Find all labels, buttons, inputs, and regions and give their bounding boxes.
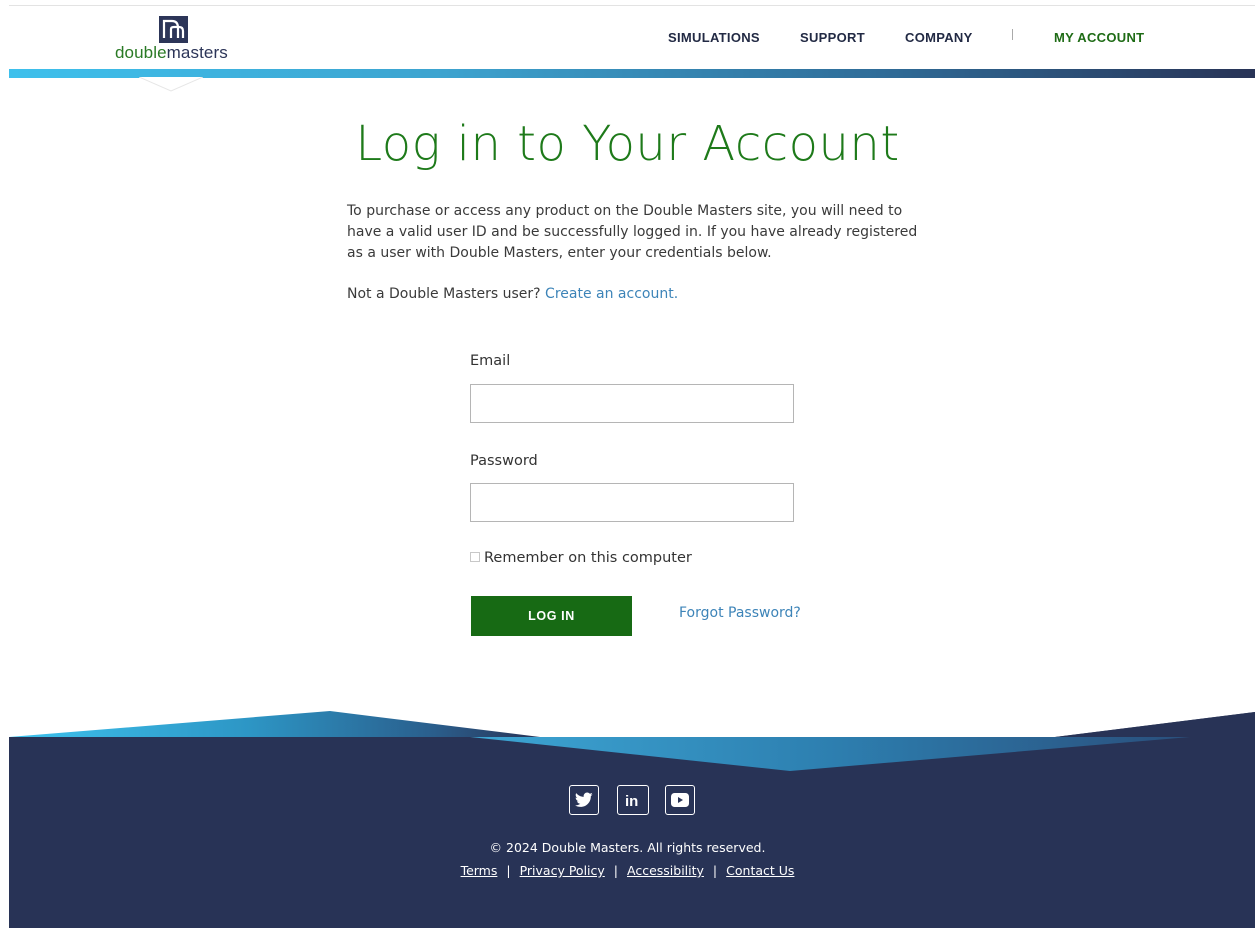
remember-label[interactable]: Remember on this computer: [484, 550, 692, 566]
youtube-icon: [671, 793, 689, 807]
copyright-text: © 2024 Double Masters. All rights reserv…: [489, 840, 766, 855]
linkedin-icon: in: [625, 793, 638, 808]
nav-company[interactable]: COMPANY: [905, 30, 973, 50]
twitter-link[interactable]: [569, 785, 599, 815]
signup-prompt-text: Not a Double Masters user?: [347, 286, 541, 302]
login-button[interactable]: LOG IN: [471, 596, 632, 636]
twitter-icon: [575, 792, 593, 807]
logo-wordmark: doublemasters: [115, 43, 228, 63]
terms-link[interactable]: Terms: [461, 863, 498, 878]
privacy-policy-link[interactable]: Privacy Policy: [520, 863, 605, 878]
remember-checkbox[interactable]: [470, 552, 480, 562]
linkedin-link[interactable]: in: [617, 785, 649, 815]
accessibility-link[interactable]: Accessibility: [627, 863, 704, 878]
page-title: Log in to Your Account: [355, 116, 900, 172]
email-label: Email: [470, 353, 511, 369]
create-account-link[interactable]: Create an account.: [545, 286, 678, 302]
youtube-link[interactable]: [665, 785, 695, 815]
password-input[interactable]: [470, 483, 794, 522]
svg-text:in: in: [625, 793, 638, 808]
nav-separator: [1012, 29, 1013, 40]
logo-word-masters: masters: [166, 43, 228, 62]
site-logo[interactable]: doublemasters: [115, 16, 235, 62]
remember-row: Remember on this computer: [470, 550, 692, 566]
top-divider: [9, 5, 1255, 6]
footer-link-separator: |: [613, 863, 618, 878]
logo-mark-icon: [159, 16, 188, 43]
contact-us-link[interactable]: Contact Us: [726, 863, 794, 878]
nav-support[interactable]: SUPPORT: [800, 30, 865, 50]
header-notch: [139, 77, 203, 92]
footer-link-separator: |: [712, 863, 718, 878]
forgot-password-link[interactable]: Forgot Password?: [679, 605, 801, 621]
password-label: Password: [470, 453, 538, 469]
nav-my-account[interactable]: MY ACCOUNT: [1054, 30, 1144, 50]
footer-wave-shape: [9, 711, 1255, 771]
logo-word-double: double: [115, 43, 167, 62]
footer-links: Terms | Privacy Policy | Accessibility | Conta…: [0, 863, 1255, 878]
footer-link-separator: |: [506, 863, 511, 878]
nav-simulations[interactable]: SIMULATIONS: [668, 30, 760, 50]
intro-text: To purchase or access any product on the…: [347, 203, 918, 261]
signup-prompt: Not a Double Masters user? Create an acc…: [347, 284, 678, 305]
email-input[interactable]: [470, 384, 794, 423]
